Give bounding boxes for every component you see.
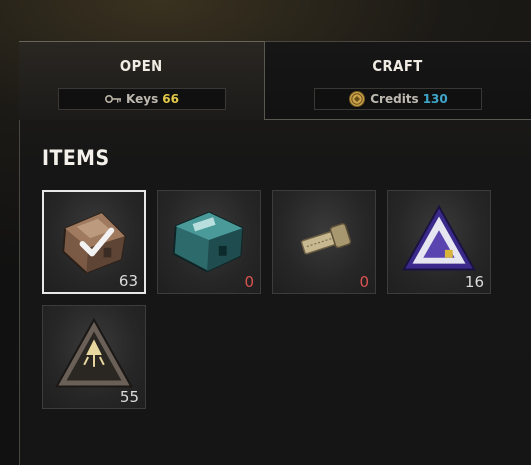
item-count: 0 <box>244 273 254 291</box>
credits-value: 130 <box>422 92 448 106</box>
keys-value: 66 <box>162 92 179 106</box>
tab-craft-title: CRAFT <box>372 57 424 75</box>
items-grid: 63 0 0 16 55 <box>42 190 502 410</box>
item-slot-dark-triangle-crate[interactable]: 55 <box>42 305 146 409</box>
credits-coin-icon <box>349 91 366 107</box>
item-count: 55 <box>119 388 139 406</box>
credits-label: Credits <box>370 92 419 106</box>
item-count: 16 <box>464 273 484 291</box>
item-slot-purple-triangle-crate[interactable]: 16 <box>387 190 491 294</box>
item-slot-bronze-crate[interactable]: 63 <box>42 190 146 294</box>
item-count: 0 <box>359 273 369 291</box>
tab-craft[interactable]: CRAFT Credits 130 <box>265 41 531 120</box>
key-icon <box>105 95 122 104</box>
item-count: 63 <box>118 272 138 290</box>
keys-label: Keys <box>126 92 159 106</box>
items-heading: ITEMS <box>42 146 110 170</box>
tab-open[interactable]: OPEN Keys 66 <box>19 41 265 120</box>
item-slot-key[interactable]: 0 <box>272 190 376 294</box>
tab-open-title: OPEN <box>120 57 163 75</box>
keys-counter: Keys 66 <box>57 88 226 110</box>
item-slot-teal-crate[interactable]: 0 <box>157 190 261 294</box>
credits-counter: Credits 130 <box>314 88 482 110</box>
